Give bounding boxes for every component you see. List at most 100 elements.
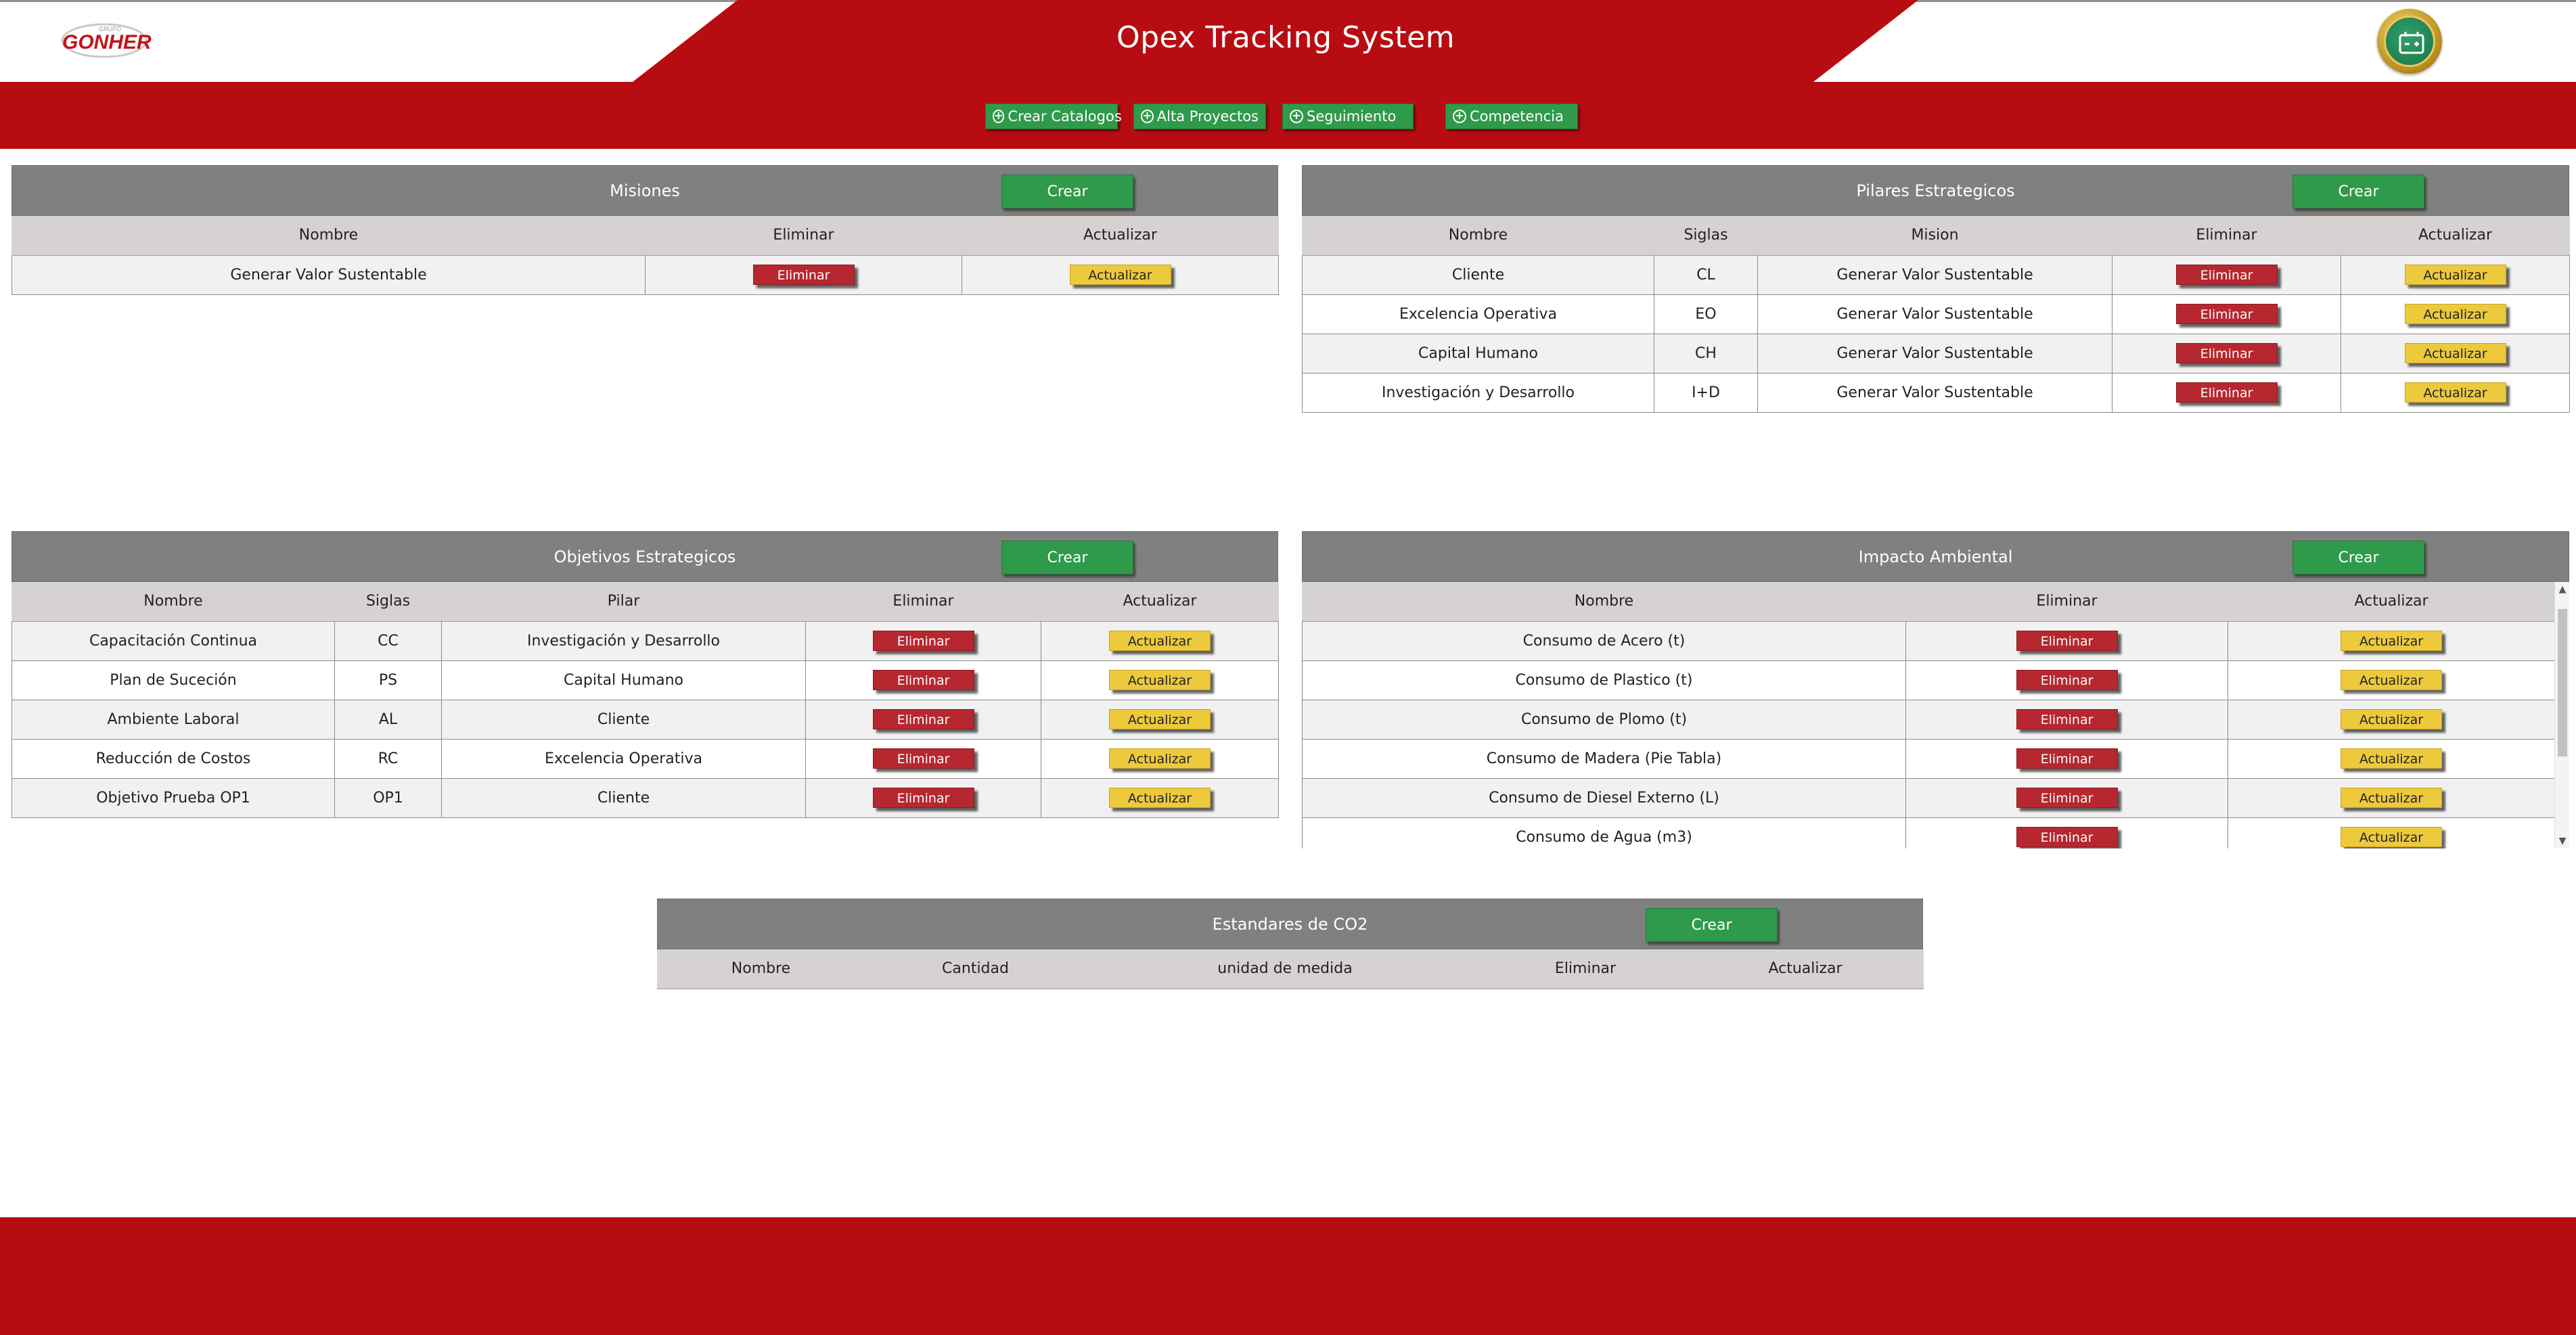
cell-pilar: Cliente: [441, 777, 806, 818]
cell-siglas: CL: [1654, 254, 1758, 295]
cell-eliminar: Eliminar: [1905, 738, 2228, 779]
co2-crear-button[interactable]: Crear: [1646, 908, 1778, 942]
cell-nombre: Consumo de Acero (t): [1302, 620, 1906, 661]
cell-eliminar: Eliminar: [1905, 777, 2228, 818]
actualizar-button[interactable]: Actualizar: [2404, 343, 2506, 363]
actualizar-button[interactable]: Actualizar: [1069, 265, 1171, 285]
actualizar-button[interactable]: Actualizar: [2341, 670, 2442, 690]
eliminar-button[interactable]: Eliminar: [2016, 748, 2118, 769]
cell-actualizar: Actualizar: [1041, 738, 1279, 779]
table-row: Objetivo Prueba OP1 OP1 Cliente Eliminar…: [12, 777, 1279, 818]
cell-eliminar: Eliminar: [805, 699, 1041, 740]
table-row: Consumo de Agua (m3) Eliminar Actualizar: [1302, 817, 2555, 848]
actualizar-button[interactable]: Actualizar: [1109, 709, 1211, 729]
actualizar-button[interactable]: Actualizar: [1109, 788, 1211, 808]
eliminar-button[interactable]: Eliminar: [872, 631, 974, 651]
cell-pilar: Investigación y Desarrollo: [441, 620, 806, 661]
eliminar-button[interactable]: Eliminar: [2175, 382, 2278, 403]
cell-eliminar: Eliminar: [1905, 699, 2228, 740]
cell-pilar: Excelencia Operativa: [441, 738, 806, 779]
impacto-scroll-area[interactable]: Nombre Eliminar Actualizar Consumo de Ac…: [1302, 582, 2569, 848]
co2-panel: Estandares de CO2 Crear Nombre Cantidad …: [657, 899, 1924, 989]
nav-seguimiento-button[interactable]: + Seguimiento: [1282, 104, 1414, 129]
cell-actualizar: Actualizar: [962, 254, 1279, 295]
impacto-panel: Impacto Ambiental Crear Nombre Eliminar …: [1302, 531, 2569, 848]
nav-crear-catalogos-button[interactable]: + Crear Catalogos: [985, 104, 1122, 129]
cell-siglas: CC: [334, 620, 442, 661]
column-header-cantidad: Cantidad: [864, 949, 1087, 989]
cell-nombre: Excelencia Operativa: [1302, 294, 1654, 334]
actualizar-button[interactable]: Actualizar: [1109, 670, 1211, 690]
eliminar-button[interactable]: Eliminar: [2016, 788, 2118, 808]
eliminar-button[interactable]: Eliminar: [872, 670, 974, 690]
eliminar-button[interactable]: Eliminar: [872, 748, 974, 769]
column-header-actualizar: Actualizar: [1687, 949, 1924, 989]
cell-siglas: PS: [334, 660, 442, 700]
actualizar-button[interactable]: Actualizar: [2404, 265, 2506, 285]
eliminar-button[interactable]: Eliminar: [2175, 343, 2278, 363]
cell-siglas: OP1: [334, 777, 442, 818]
actualizar-button[interactable]: Actualizar: [2341, 709, 2442, 729]
eliminar-button[interactable]: Eliminar: [2016, 709, 2118, 729]
eliminar-button[interactable]: Eliminar: [2175, 304, 2278, 324]
cell-nombre: Consumo de Agua (m3): [1302, 817, 1906, 848]
nav-alta-proyectos-button[interactable]: + Alta Proyectos: [1133, 104, 1266, 129]
cell-nombre: Plan de Suceción: [12, 660, 335, 700]
actualizar-button[interactable]: Actualizar: [2341, 827, 2442, 847]
impacto-vertical-scrollbar[interactable]: ▲ ▼: [2554, 582, 2569, 848]
column-header-actualizar: Actualizar: [2228, 582, 2555, 622]
pilares-crear-button[interactable]: Crear: [2292, 175, 2424, 208]
plus-circle-icon: +: [993, 109, 1005, 123]
battery-calendar-icon[interactable]: [2377, 9, 2442, 74]
table-row: Cliente CL Generar Valor Sustentable Eli…: [1302, 254, 2570, 295]
objetivos-panel-header: Objetivos Estrategicos Crear: [12, 531, 1278, 582]
cell-eliminar: Eliminar: [805, 660, 1041, 700]
eliminar-button[interactable]: Eliminar: [752, 265, 855, 285]
column-header-mision: Mision: [1757, 216, 2112, 256]
actualizar-button[interactable]: Actualizar: [2341, 788, 2442, 808]
gonher-logo[interactable]: GRUPO GONHER: [58, 20, 153, 62]
actualizar-button[interactable]: Actualizar: [1109, 748, 1211, 769]
table-row: Ambiente Laboral AL Cliente Eliminar Act…: [12, 699, 1279, 740]
impacto-crear-button[interactable]: Crear: [2292, 541, 2424, 574]
app-footer: [0, 1217, 2576, 1335]
cell-mision: Generar Valor Sustentable: [1757, 372, 2112, 413]
eliminar-button[interactable]: Eliminar: [2016, 827, 2118, 847]
nav-button-label: Crear Catalogos: [1008, 108, 1122, 125]
scroll-up-arrow-icon[interactable]: ▲: [2555, 582, 2569, 597]
objetivos-crear-button[interactable]: Crear: [1001, 541, 1133, 574]
nav-competencia-button[interactable]: + Competencia: [1445, 104, 1578, 129]
co2-panel-header: Estandares de CO2 Crear: [657, 899, 1923, 949]
cell-nombre: Consumo de Diesel Externo (L): [1302, 777, 1906, 818]
objetivos-table: Nombre Siglas Pilar Eliminar Actualizar …: [12, 582, 1279, 818]
column-header-eliminar: Eliminar: [805, 582, 1041, 622]
scrollbar-thumb[interactable]: [2558, 609, 2567, 756]
eliminar-button[interactable]: Eliminar: [872, 788, 974, 808]
plus-circle-icon: +: [1453, 110, 1466, 123]
pilares-panel: Pilares Estrategicos Crear Nombre Siglas…: [1302, 165, 2570, 413]
cell-siglas: I+D: [1654, 372, 1758, 413]
table-row: Excelencia Operativa EO Generar Valor Su…: [1302, 294, 2570, 334]
column-header-eliminar: Eliminar: [1905, 582, 2228, 622]
cell-siglas: EO: [1654, 294, 1758, 334]
actualizar-button[interactable]: Actualizar: [2341, 631, 2442, 651]
cell-actualizar: Actualizar: [2341, 254, 2570, 295]
impacto-table: Nombre Eliminar Actualizar Consumo de Ac…: [1302, 582, 2555, 848]
plus-circle-icon: +: [1290, 110, 1303, 123]
cell-mision: Generar Valor Sustentable: [1757, 333, 2112, 374]
eliminar-button[interactable]: Eliminar: [872, 709, 974, 729]
actualizar-button[interactable]: Actualizar: [2404, 382, 2506, 403]
misiones-crear-button[interactable]: Crear: [1001, 175, 1133, 208]
misiones-panel-header: Misiones Crear: [12, 165, 1278, 216]
eliminar-button[interactable]: Eliminar: [2016, 670, 2118, 690]
eliminar-button[interactable]: Eliminar: [2175, 265, 2278, 285]
actualizar-button[interactable]: Actualizar: [1109, 631, 1211, 651]
table-row: Consumo de Madera (Pie Tabla) Eliminar A…: [1302, 738, 2555, 779]
scroll-down-arrow-icon[interactable]: ▼: [2555, 834, 2569, 848]
actualizar-button[interactable]: Actualizar: [2404, 304, 2506, 324]
eliminar-button[interactable]: Eliminar: [2016, 631, 2118, 651]
actualizar-button[interactable]: Actualizar: [2341, 748, 2442, 769]
cell-actualizar: Actualizar: [2341, 294, 2570, 334]
cell-actualizar: Actualizar: [2341, 333, 2570, 374]
cell-nombre: Reducción de Costos: [12, 738, 335, 779]
